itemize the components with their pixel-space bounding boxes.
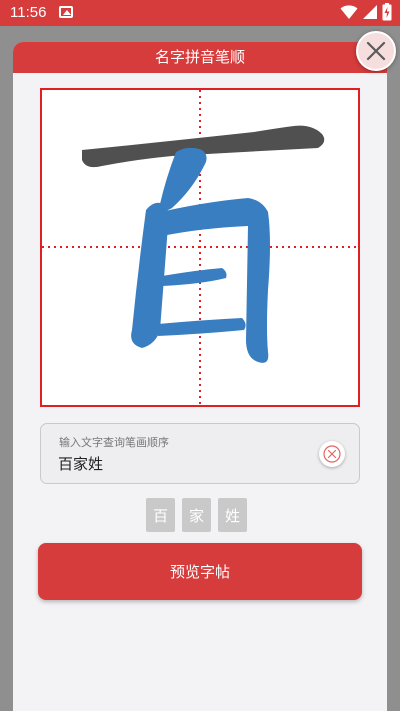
clear-button[interactable] bbox=[319, 441, 345, 467]
dialog-title: 名字拼音笔顺 bbox=[13, 42, 387, 73]
search-field-container: 输入文字查询笔画顺序 bbox=[40, 423, 360, 484]
close-button[interactable] bbox=[356, 31, 396, 71]
character-list: 百 家 姓 bbox=[146, 498, 247, 532]
status-icons bbox=[340, 3, 392, 21]
close-icon bbox=[366, 41, 386, 61]
image-icon bbox=[59, 6, 73, 18]
character-tile[interactable]: 百 bbox=[146, 498, 175, 532]
status-time: 11:56 bbox=[10, 4, 47, 21]
clear-icon bbox=[323, 445, 341, 463]
wifi-icon bbox=[340, 5, 358, 19]
preview-copybook-button[interactable]: 预览字帖 bbox=[38, 543, 362, 600]
search-input[interactable] bbox=[58, 452, 298, 474]
search-label: 输入文字查询笔画顺序 bbox=[59, 436, 169, 449]
stroke-order-canvas bbox=[40, 88, 360, 407]
status-bar: 11:56 bbox=[0, 0, 400, 26]
signal-icon bbox=[363, 5, 377, 19]
character-stroke-svg bbox=[42, 90, 358, 405]
character-tile[interactable]: 家 bbox=[182, 498, 211, 532]
battery-icon bbox=[382, 3, 392, 21]
character-tile[interactable]: 姓 bbox=[218, 498, 247, 532]
